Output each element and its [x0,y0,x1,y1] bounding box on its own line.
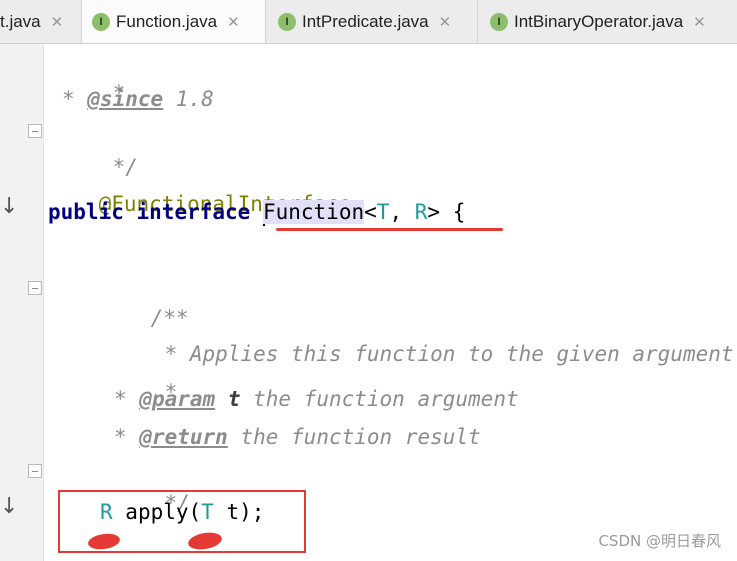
close-icon[interactable]: ✕ [693,13,706,31]
fold-icon[interactable] [28,124,42,138]
interface-file-icon: I [278,13,296,31]
javadoc-tag: @since [87,87,164,111]
editor-gutter [0,44,44,561]
tab-label: IntBinaryOperator.java [514,12,684,31]
keyword: interface [136,200,251,224]
interface-file-icon: I [490,13,508,31]
javadoc-tag: @return [139,425,228,449]
code-line-6: /** [150,306,189,330]
close-icon[interactable]: ✕ [439,13,452,31]
tab-intpredicate-java[interactable]: I IntPredicate.java ✕ [266,0,478,43]
code-line-5: public interface Function<T, R> { [48,200,466,226]
code-line-9: * @param t the function argument [114,387,519,411]
fold-icon[interactable] [28,464,42,478]
tab-intbinaryoperator-java[interactable]: I IntBinaryOperator.java ✕ [478,0,737,43]
javadoc-tag: @param [139,387,216,411]
editor-tab-bar: t.java ✕ I Function.java ✕ I IntPredicat… [0,0,737,44]
fold-icon[interactable] [28,281,42,295]
code-line-10: * @return the function result [114,425,481,449]
code-line-1: * [112,81,126,105]
tab-label: Function.java [116,12,218,31]
close-icon[interactable]: ✕ [51,13,64,31]
interface-name: Function [262,200,365,224]
watermark: CSDN @明日春风 [598,532,721,550]
code-editor[interactable]: * * @since 1.8 */ @FunctionalInterface p… [44,44,737,561]
keyword: public [48,200,124,224]
code-line-11: */ [164,491,190,515]
tab-label: IntPredicate.java [302,12,429,31]
implemented-arrow-icon[interactable]: ↓ [0,496,18,518]
tab-function-java[interactable]: I Function.java ✕ [82,0,266,43]
interface-file-icon: I [92,13,110,31]
code-line-2: * @since 1.8 [62,87,214,111]
type-parameter: T [376,200,390,224]
code-line-3: */ [112,155,138,179]
code-line-8: * [164,380,178,404]
type-parameter: R [414,200,428,224]
close-icon[interactable]: ✕ [227,13,240,31]
param-name: t [227,387,241,411]
tab-partial-java[interactable]: t.java ✕ [0,0,82,43]
red-underline-annotation [276,228,503,231]
tab-label: t.java [0,12,41,31]
implemented-arrow-icon[interactable]: ↓ [0,196,18,218]
code-line-7: * Applies this function to the given arg… [164,342,737,366]
code-line-4: @FunctionalInterface [48,159,352,216]
